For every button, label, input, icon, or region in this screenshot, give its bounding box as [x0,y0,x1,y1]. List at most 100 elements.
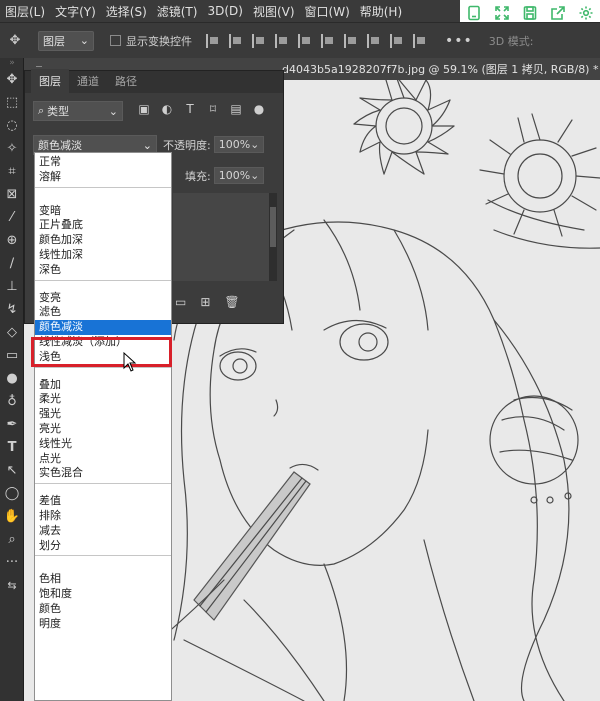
smart-object-filter-icon[interactable]: ▤ [229,102,243,116]
layer-filter-select[interactable]: ⌕ 类型 ⌄ [33,101,123,121]
swap-colors-icon[interactable]: ⇆ [0,574,24,597]
blend-item-subtract[interactable]: 减去 [35,524,171,539]
chevron-down-icon: ⌄ [250,138,260,151]
auto-select-dropdown[interactable]: 图层 ⌄ [38,30,94,51]
blend-item-darken[interactable]: 变暗 [35,204,171,219]
menu-type[interactable]: 文字(Y) [50,3,101,20]
more-options-button[interactable]: ••• [445,33,473,49]
menu-3d[interactable]: 3D(D) [202,4,247,18]
history-brush-icon[interactable]: ↯ [0,298,24,321]
menu-window[interactable]: 窗口(W) [300,3,355,20]
filter-toggle-icon[interactable]: ● [252,102,266,116]
dodge-icon[interactable]: ♁ [0,390,24,413]
align-right-icon[interactable] [252,33,266,48]
distribute-icon[interactable] [344,33,358,48]
frame-icon[interactable]: ⊠ [0,183,24,206]
layer-list[interactable] [173,193,269,281]
layer-list-scrollbar[interactable] [269,193,277,281]
hand-icon[interactable]: ✋ [0,505,24,528]
tab-paths[interactable]: 路径 [107,69,145,93]
magic-wand-icon[interactable]: ✧ [0,137,24,160]
distribute-4-icon[interactable] [413,33,427,48]
blend-mode-value: 颜色减淡 [38,139,82,152]
blend-item-overlay[interactable]: 叠加 [35,378,171,393]
expand-icon[interactable] [494,5,510,21]
brush-icon[interactable]: ∕ [0,252,24,275]
gear-icon[interactable] [578,5,594,21]
eraser-icon[interactable]: ◇ [0,321,24,344]
align-left-icon[interactable] [206,33,220,48]
distribute-3-icon[interactable] [390,33,404,48]
pixel-filter-icon[interactable]: ▣ [137,102,151,116]
path-select-icon[interactable]: ↖ [0,459,24,482]
blend-item-color[interactable]: 颜色 [35,602,171,617]
chevron-down-icon: ⌄ [142,138,152,152]
opacity-input[interactable]: 100% ⌄ [213,136,264,153]
blend-item-difference[interactable]: 差值 [35,494,171,509]
align-middle-icon[interactable] [298,33,312,48]
blend-item-color-dodge[interactable]: 颜色减淡 [35,320,171,335]
adjustment-filter-icon[interactable]: ◐ [160,102,174,116]
zoom-icon[interactable]: ⌕ [0,528,24,551]
move-icon[interactable]: ✥ [0,68,24,91]
save-icon[interactable] [522,5,538,21]
blend-item-screen[interactable]: 滤色 [35,305,171,320]
search-icon: ⌕ [38,104,45,117]
align-center-icon[interactable] [229,33,243,48]
blend-item-saturation[interactable]: 饱和度 [35,587,171,602]
blend-item-exclusion[interactable]: 排除 [35,509,171,524]
menu-layer[interactable]: 图层(L) [0,3,50,20]
pen-icon[interactable]: ✒ [0,413,24,436]
healing-icon[interactable]: ⊕ [0,229,24,252]
align-bottom-icon[interactable] [321,33,335,48]
blend-item-hard-mix[interactable]: 实色混合 [35,466,171,481]
opacity-control: 不透明度: 100% ⌄ [163,136,264,153]
more-tools-icon[interactable]: ··· [0,551,24,574]
blend-item-multiply[interactable]: 正片叠底 [35,218,171,233]
menu-view[interactable]: 视图(V) [248,3,300,20]
tab-channels[interactable]: 通道 [69,69,107,93]
blend-item-hue[interactable]: 色相 [35,572,171,587]
crop-icon[interactable]: ⌗ [0,160,24,183]
blur-icon[interactable]: ● [0,367,24,390]
blend-item-linear-burn[interactable]: 线性加深 [35,248,171,263]
blend-item-hard-light[interactable]: 强光 [35,407,171,422]
align-top-icon[interactable] [275,33,289,48]
blend-item-dissolve[interactable]: 溶解 [35,170,171,185]
document-tab-title[interactable]: d4043b5a1928207f7b.jpg @ 59.1% (图层 1 拷贝,… [282,61,598,77]
blend-item-darker-color[interactable]: 深色 [35,263,171,278]
gradient-icon[interactable]: ▭ [0,344,24,367]
ellipse-icon[interactable]: ◯ [0,482,24,505]
tablet-icon[interactable] [466,5,482,21]
type-icon[interactable]: T [0,436,24,459]
3d-mode-label: 3D 模式: [488,34,534,48]
menu-filter[interactable]: 滤镜(T) [152,3,203,20]
menu-help[interactable]: 帮助(H) [355,3,407,20]
move-tool-icon[interactable]: ✥ [6,32,24,50]
trash-icon[interactable]: 🗑 [224,295,239,309]
blend-item-pin-light[interactable]: 点光 [35,452,171,467]
blend-item-color-burn[interactable]: 颜色加深 [35,233,171,248]
blend-item-divide[interactable]: 划分 [35,539,171,554]
blend-item-linear-light[interactable]: 线性光 [35,437,171,452]
lasso-icon[interactable]: ◌ [0,114,24,137]
show-transform-checkbox[interactable]: 显示变换控件 [110,33,192,49]
tab-layers[interactable]: 图层 [31,69,69,93]
distribute-2-icon[interactable] [367,33,381,48]
blend-item-normal[interactable]: 正常 [35,155,171,170]
type-filter-icon[interactable]: T [183,102,197,116]
new-layer-icon[interactable]: ⊞ [200,295,210,309]
blend-item-vivid-light[interactable]: 亮光 [35,422,171,437]
fill-input[interactable]: 100% ⌄ [213,167,264,184]
checkbox-box[interactable] [110,35,121,46]
blend-item-soft-light[interactable]: 柔光 [35,392,171,407]
blend-item-luminosity[interactable]: 明度 [35,617,171,632]
shape-filter-icon[interactable]: ⌑ [206,102,220,116]
share-icon[interactable] [550,5,566,21]
blend-item-lighten[interactable]: 变亮 [35,291,171,306]
eyedropper-icon[interactable]: ⁄ [0,206,24,229]
marquee-icon[interactable]: ⬚ [0,91,24,114]
stamp-icon[interactable]: ⊥ [0,275,24,298]
folder-icon[interactable]: ▭ [175,295,186,309]
menu-select[interactable]: 选择(S) [101,3,152,20]
